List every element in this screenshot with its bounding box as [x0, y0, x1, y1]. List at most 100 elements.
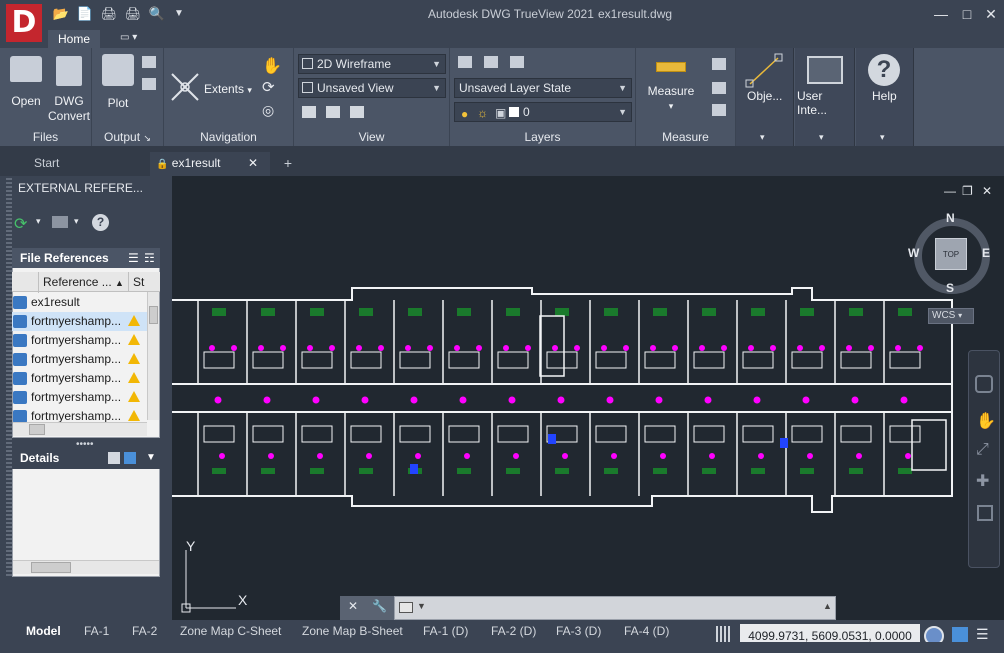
measure-area-icon[interactable]: [712, 82, 726, 94]
ribbon-tab-toggle-icon[interactable]: ▭ ▾: [120, 32, 148, 46]
column-status[interactable]: St: [128, 272, 144, 292]
reference-row[interactable]: fortmyershamp...: [12, 369, 148, 388]
layer-state-dropdown[interactable]: Unsaved Layer State ▼: [454, 78, 632, 98]
layer-freeze-icon[interactable]: [484, 56, 498, 68]
layout-tab[interactable]: FA-2: [132, 622, 157, 640]
ribbon-tab-home[interactable]: Home: [48, 30, 100, 48]
scroll-thumb[interactable]: [149, 306, 158, 324]
workspace-icon[interactable]: [952, 627, 968, 643]
close-icon[interactable]: ✕: [980, 4, 1002, 24]
help-panel[interactable]: ? Help ▾: [856, 48, 914, 146]
viewport-restore-icon[interactable]: ❐: [962, 184, 973, 198]
open-folder-icon[interactable]: 📂: [52, 6, 70, 22]
current-layer-dropdown[interactable]: ● ☼ ▣ 0 ▼: [454, 102, 632, 122]
scroll-thumb[interactable]: [29, 424, 45, 435]
reference-row[interactable]: fortmyershamp...: [12, 312, 148, 331]
new-tab-button[interactable]: +: [278, 154, 298, 172]
view-top-icon[interactable]: [302, 106, 316, 118]
viewcube-top-face[interactable]: TOP: [935, 238, 967, 270]
ucs-menu[interactable]: WCS ▾: [928, 308, 974, 324]
view-3d-icon[interactable]: [326, 106, 340, 118]
visual-style-dropdown[interactable]: 2D Wireframe ▼: [298, 54, 446, 74]
user-interface-panel[interactable]: User Inte... ▾: [795, 48, 855, 146]
command-line-grip[interactable]: ✕ 🔧: [340, 596, 394, 620]
details-view-icon[interactable]: [108, 452, 120, 464]
open-button[interactable]: Open: [6, 56, 46, 109]
steering-wheel-icon[interactable]: ◎: [262, 102, 274, 119]
view-manager-icon[interactable]: [350, 106, 364, 118]
plot-button[interactable]: Plot: [98, 54, 138, 111]
attach-dropdown-icon[interactable]: ▾: [74, 216, 79, 227]
layout-tab[interactable]: FA-1 (D): [423, 622, 468, 640]
quick-access-dropdown-icon[interactable]: ▼: [170, 6, 188, 22]
layout-tab[interactable]: FA-4 (D): [624, 622, 669, 640]
dwg-convert-button[interactable]: DWG Convert: [48, 56, 90, 124]
named-view-dropdown[interactable]: Unsaved View ▼: [298, 78, 446, 98]
measure-distance-icon[interactable]: [712, 58, 726, 70]
layer-isolate-icon[interactable]: [510, 56, 524, 68]
showmotion-icon[interactable]: [977, 505, 993, 521]
plot-preview-icon[interactable]: 🔍: [148, 6, 166, 22]
compass-east[interactable]: E: [982, 246, 990, 260]
measure-button[interactable]: Measure ▾: [644, 62, 698, 114]
plot-icon[interactable]: 🖨: [100, 6, 118, 22]
refresh-icon[interactable]: ⟳: [14, 214, 27, 234]
recent-commands-icon[interactable]: ▼: [417, 601, 426, 611]
column-reference-name[interactable]: Reference ... ▲: [38, 272, 128, 293]
details-dropdown-icon[interactable]: ▼: [146, 447, 156, 469]
layer-properties-icon[interactable]: [458, 56, 472, 68]
layout-tab[interactable]: FA-1: [84, 622, 109, 640]
compass-west[interactable]: W: [908, 246, 919, 260]
minimize-icon[interactable]: —: [930, 4, 952, 24]
zoom-extents-icon[interactable]: ⤢: [976, 441, 999, 459]
customize-status-icon[interactable]: ☰: [976, 626, 989, 643]
viewport-close-icon[interactable]: ✕: [982, 184, 992, 198]
layout-tab[interactable]: Model: [26, 622, 61, 640]
command-close-icon[interactable]: ✕: [348, 599, 358, 613]
app-logo-button[interactable]: D: [6, 4, 42, 42]
maximize-icon[interactable]: □: [956, 4, 978, 24]
orbit-icon[interactable]: ⟳: [262, 78, 275, 96]
measure-locate-icon[interactable]: [712, 104, 726, 116]
pan-hand-icon[interactable]: ✋: [262, 56, 282, 76]
palette-help-icon[interactable]: ?: [92, 214, 109, 231]
reference-row[interactable]: fortmyershamp...: [12, 331, 148, 350]
details-horizontal-scrollbar[interactable]: [13, 560, 159, 574]
layout-tab[interactable]: FA-3 (D): [556, 622, 601, 640]
command-history-icon[interactable]: ▲: [823, 601, 832, 611]
pan-icon[interactable]: ✋: [976, 411, 999, 431]
compass-south[interactable]: S: [946, 281, 954, 295]
tab-start[interactable]: Start: [22, 152, 142, 174]
extents-icon[interactable]: [168, 70, 202, 104]
batch-plot-icon[interactable]: [142, 56, 156, 68]
tree-view-icon[interactable]: ☶: [144, 248, 155, 268]
references-horizontal-scrollbar[interactable]: [13, 422, 147, 436]
dwg-convert-icon[interactable]: 📄: [76, 6, 94, 22]
full-navigation-wheel-icon[interactable]: [975, 375, 993, 393]
attach-icon[interactable]: [52, 216, 68, 228]
list-view-icon[interactable]: ☰: [128, 248, 139, 268]
viewport-minimize-icon[interactable]: —: [944, 184, 956, 198]
objects-panel[interactable]: Obje... ▾: [736, 48, 794, 146]
command-line-input[interactable]: ▼ ▲: [394, 596, 836, 620]
plot-preview-icon[interactable]: [142, 78, 156, 90]
tab-ex1result[interactable]: 🔒 ex1result ✕: [150, 152, 270, 176]
layout-tab[interactable]: Zone Map B-Sheet: [302, 622, 403, 640]
layout-tab[interactable]: FA-2 (D): [491, 622, 536, 640]
layout-tab[interactable]: Zone Map C-Sheet: [180, 622, 281, 640]
extents-button[interactable]: Extents ▾: [204, 82, 252, 96]
wrench-icon[interactable]: 🔧: [372, 599, 387, 613]
reference-row[interactable]: fortmyershamp...: [12, 350, 148, 369]
reference-row[interactable]: fortmyershamp...: [12, 388, 148, 407]
preview-icon[interactable]: [124, 452, 136, 464]
compass-north[interactable]: N: [946, 211, 955, 225]
tab-close-icon[interactable]: ✕: [248, 152, 258, 174]
batch-plot-icon[interactable]: 🖨: [124, 6, 142, 22]
orbit-icon[interactable]: ✚: [976, 471, 999, 491]
scroll-thumb[interactable]: [31, 562, 71, 573]
drawing-canvas[interactable]: [172, 176, 1004, 620]
refresh-dropdown-icon[interactable]: ▾: [36, 216, 41, 227]
details-header: Details ▼: [12, 447, 160, 469]
reference-row[interactable]: ex1result: [12, 293, 148, 312]
references-vertical-scrollbar[interactable]: [147, 292, 159, 420]
